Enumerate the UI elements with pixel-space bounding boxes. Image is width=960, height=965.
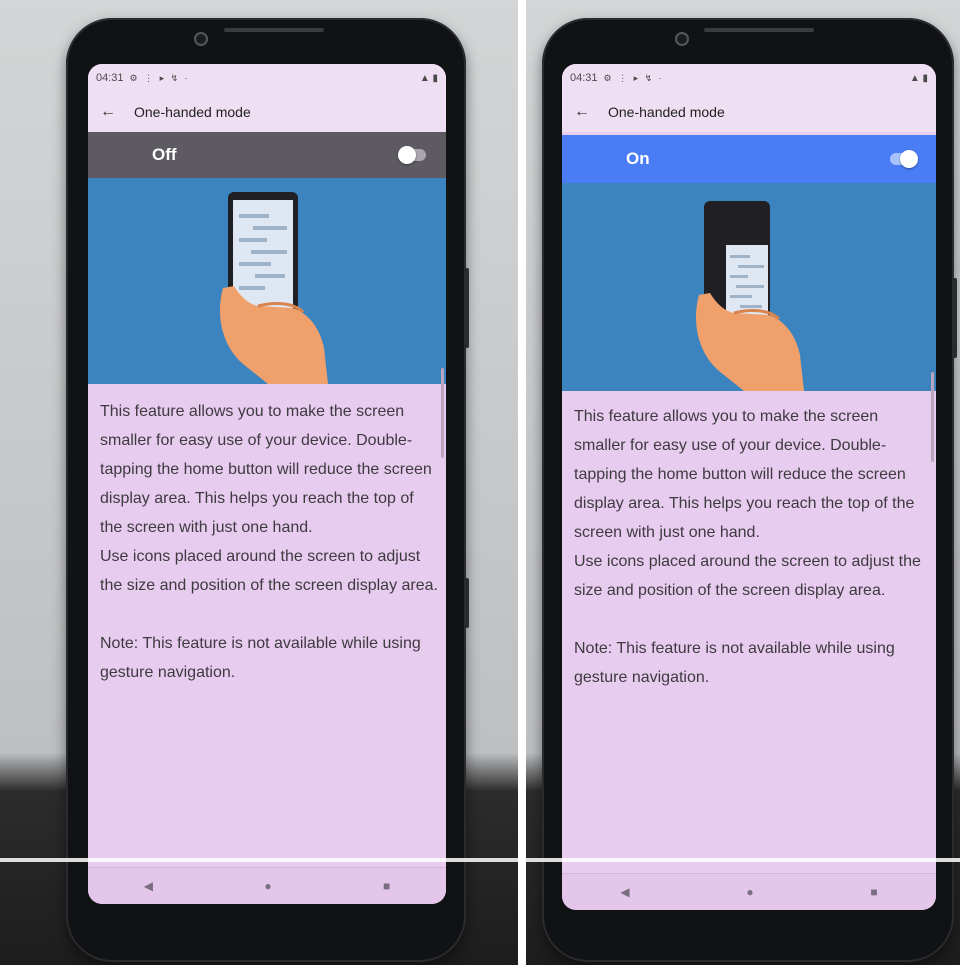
master-toggle-bar[interactable]: Off	[88, 132, 446, 178]
switch-knob	[398, 146, 416, 164]
phone-screen: 04:31 ⚙ ⋮ ▸ ↯ · ▲ ▮ ← One-handed mode On	[562, 64, 936, 910]
status-bar: 04:31 ⚙ ⋮ ▸ ↯ · ▲ ▮	[88, 64, 446, 92]
description-paragraph: Use icons placed around the screen to ad…	[100, 548, 438, 594]
note-text: Note: This feature is not available whil…	[574, 640, 895, 686]
app-bar: ← One-handed mode	[88, 92, 446, 132]
navigation-bar: ◀ ● ■	[562, 873, 936, 910]
nav-recents-icon[interactable]: ■	[870, 885, 877, 899]
toggle-switch[interactable]	[890, 150, 918, 168]
nav-home-icon[interactable]: ●	[264, 879, 271, 893]
navigation-bar: ◀ ● ■	[88, 867, 446, 904]
front-camera	[675, 32, 689, 46]
status-time: 04:31	[570, 72, 598, 84]
toggle-label: On	[626, 149, 650, 168]
side-button	[464, 268, 469, 348]
front-camera	[194, 32, 208, 46]
back-arrow-icon[interactable]: ←	[562, 103, 602, 121]
photo-panel-on: 04:31 ⚙ ⋮ ▸ ↯ · ▲ ▮ ← One-handed mode On	[526, 0, 960, 965]
description-paragraph: This feature allows you to make the scre…	[100, 403, 432, 536]
note-text: Note: This feature is not available whil…	[100, 635, 421, 681]
nav-back-icon[interactable]: ◀	[144, 879, 153, 893]
nav-home-icon[interactable]: ●	[746, 885, 753, 899]
scroll-indicator[interactable]	[441, 368, 444, 458]
switch-knob	[900, 150, 918, 168]
master-toggle-bar[interactable]: On	[562, 135, 936, 183]
status-bar: 04:31 ⚙ ⋮ ▸ ↯ · ▲ ▮	[562, 64, 936, 92]
side-button	[952, 278, 957, 358]
earpiece-speaker	[704, 28, 814, 32]
hand-holding-phone-illustration	[88, 178, 446, 384]
signal-battery-icons: ▲ ▮	[909, 72, 928, 84]
signal-battery-icons: ▲ ▮	[419, 72, 438, 84]
toggle-label: Off	[152, 145, 177, 164]
phone-screen: 04:31 ⚙ ⋮ ▸ ↯ · ▲ ▮ ← One-handed mode Of…	[88, 64, 446, 904]
back-arrow-icon[interactable]: ←	[88, 103, 128, 121]
app-bar: ← One-handed mode	[562, 92, 936, 132]
nav-recents-icon[interactable]: ■	[383, 879, 390, 893]
photo-panel-off: 04:31 ⚙ ⋮ ▸ ↯ · ▲ ▮ ← One-handed mode Of…	[0, 0, 518, 965]
status-time: 04:31	[96, 72, 124, 84]
status-icons: ⚙ ⋮ ▸ ↯ ·	[129, 72, 190, 83]
horizontal-overlay-line	[0, 858, 960, 862]
nav-back-icon[interactable]: ◀	[620, 885, 629, 899]
toggle-switch[interactable]	[398, 146, 426, 164]
page-title: One-handed mode	[134, 104, 251, 120]
phone-device: 04:31 ⚙ ⋮ ▸ ↯ · ▲ ▮ ← One-handed mode On	[542, 18, 957, 962]
status-icons: ⚙ ⋮ ▸ ↯ ·	[603, 72, 664, 83]
phone-device: 04:31 ⚙ ⋮ ▸ ↯ · ▲ ▮ ← One-handed mode Of…	[66, 18, 469, 962]
side-button	[464, 578, 469, 628]
scroll-indicator[interactable]	[931, 372, 934, 462]
description-paragraph: This feature allows you to make the scre…	[574, 408, 915, 541]
description-text: This feature allows you to make the scre…	[574, 402, 928, 692]
description-paragraph: Use icons placed around the screen to ad…	[574, 553, 921, 599]
hand-holding-phone-illustration	[562, 183, 936, 391]
earpiece-speaker	[224, 28, 324, 32]
page-title: One-handed mode	[608, 104, 725, 120]
description-text: This feature allows you to make the scre…	[100, 397, 438, 687]
